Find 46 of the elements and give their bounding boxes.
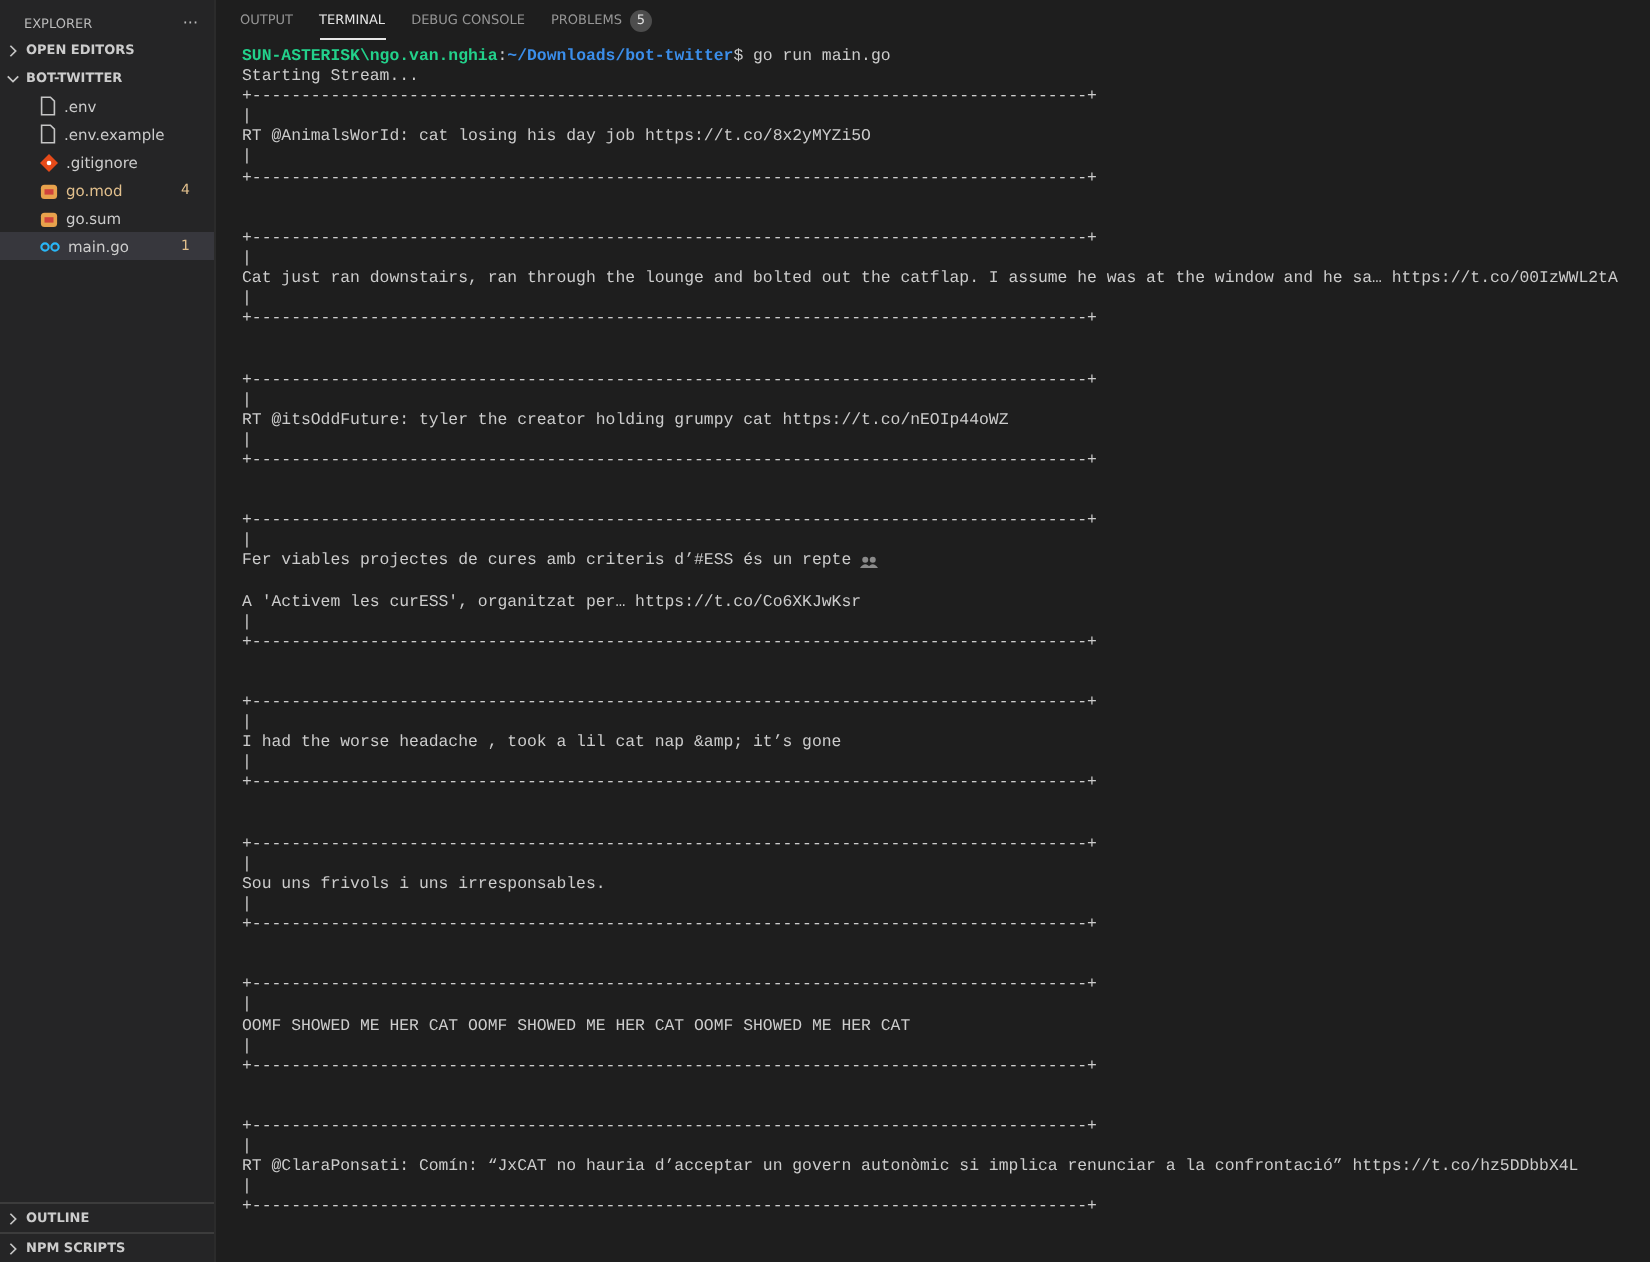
terminal-line: +-------------------------------------------------------------------------------------+ — [242, 169, 1097, 190]
terminal-line: Cat just ran downstairs, ran through the lounge and bolted out the catflap. I assume he was at the window and he sa… https://t.co/00IzWWL2tA — [242, 270, 1618, 290]
terminal-line: | — [242, 249, 252, 271]
terminal-line: | — [242, 855, 252, 876]
terminal-line: RT @itsOddFuture: tyler the creator holding grumpy cat https://t.co/nEOIp44oWZ — [242, 411, 1009, 432]
terminal-line: +-------------------------------------------------------------------------------------+ — [242, 512, 1097, 532]
terminal-line: | — [242, 391, 252, 412]
terminal-line: | — [242, 108, 252, 129]
terminal-line: +-------------------------------------------------------------------------------------+ — [242, 229, 1097, 250]
more-actions-button[interactable]: ··· — [182, 14, 198, 32]
terminal-line: +-------------------------------------------------------------------------------------+ — [242, 916, 1097, 937]
terminal-line: | — [242, 532, 252, 553]
terminal-line: | — [242, 714, 252, 735]
terminal-line: RT @AnimalsWorId: cat losing his day job https://t.co/8x2yMYZi5O — [242, 128, 871, 148]
terminal-line: +-------------------------------------------------------------------------------------+ — [242, 976, 1097, 996]
terminal-line: I had the worse headache , took a lil cat nap &amp; it’s gone — [242, 734, 842, 754]
terminal-line: | — [242, 431, 252, 452]
terminal-line: +-------------------------------------------------------------------------------------+ — [242, 835, 1097, 856]
terminal-line: | — [242, 996, 252, 1017]
terminal-line: +-------------------------------------------------------------------------------------+ — [242, 1198, 1097, 1219]
terminal-line: | — [242, 290, 252, 311]
terminal-line: Sou uns frivols i uns irresponsables. — [242, 875, 606, 896]
infinity-icon — [40, 241, 60, 251]
terminal-line: SUN-ASTERISK\ngo.van.nghia:~/Downloads/bot-twitter$ go run main.go — [242, 48, 893, 68]
terminal-line: +-------------------------------------------------------------------------------------+ — [242, 633, 1097, 654]
terminal-line: +-------------------------------------------------------------------------------------+ — [242, 774, 1097, 795]
terminal-line: | — [242, 754, 252, 775]
terminal-line: | — [242, 1138, 252, 1159]
terminal-line: +-------------------------------------------------------------------------------------+ — [242, 694, 1097, 714]
terminal-line: A 'Activem les curESS', organitzat per… https://t.co/Co6XKJwKsr — [242, 593, 862, 614]
terminal-line: +-------------------------------------------------------------------------------------+ — [242, 88, 1097, 108]
diamond-icon — [40, 153, 58, 171]
terminal-line: | — [242, 613, 252, 634]
terminal-line: RT @ClaraPonsati: Comín: “JxCAT no hauria d’acceptar un govern autonòmic si implica renunciar a la confrontació” https://t.co/hz5DDbbX4L — [242, 1158, 1579, 1178]
terminal-line: | — [242, 1037, 252, 1058]
terminal-line: +-------------------------------------------------------------------------------------+ — [242, 451, 1097, 472]
terminal-line: +-------------------------------------------------------------------------------------+ — [242, 310, 1097, 331]
terminal-line: Starting Stream... — [242, 68, 419, 89]
terminal-line: OOMF SHOWED ME HER CAT OOMF SHOWED ME HER CAT OOMF SHOWED ME HER CAT — [242, 1017, 911, 1038]
terminal-line: | — [242, 148, 252, 170]
terminal-line: +-------------------------------------------------------------------------------------+ — [242, 1057, 1097, 1078]
terminal-line: | — [242, 1178, 252, 1199]
terminal-line: +-------------------------------------------------------------------------------------+ — [242, 1117, 1097, 1138]
terminal-line: | — [242, 895, 252, 917]
terminal-line: +-------------------------------------------------------------------------------------+ — [242, 371, 1097, 392]
terminal-line: Fer viables projectes de cures amb criteris d’#ESS és un repte — [242, 552, 852, 573]
